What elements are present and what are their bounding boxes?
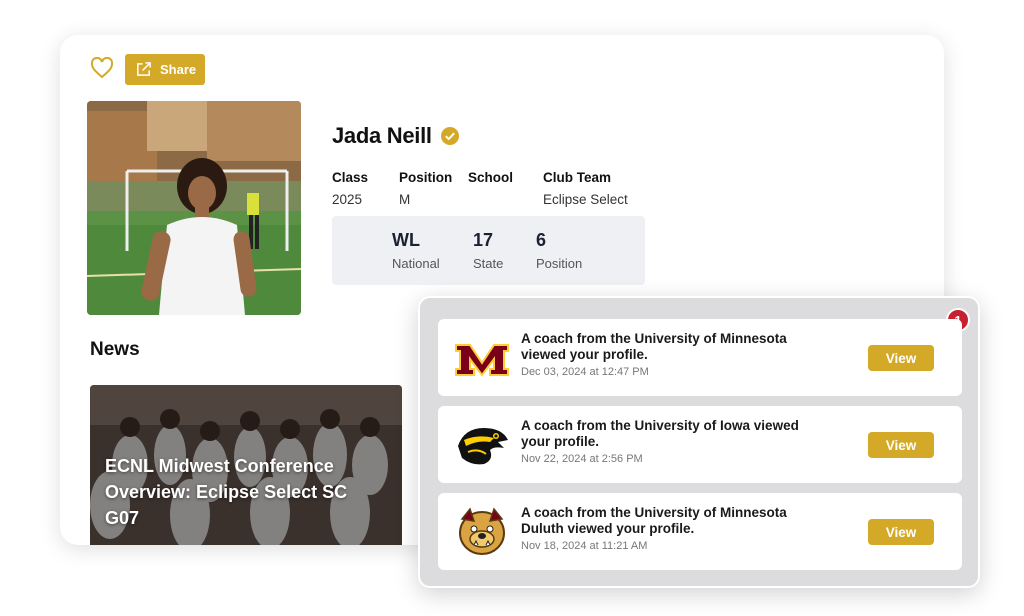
info-position: Position M [399, 170, 452, 208]
stat-position: 6 Position [536, 230, 582, 271]
verified-badge-icon [440, 127, 459, 145]
stat-state: 17 State [473, 230, 503, 271]
notification-item: A coach from the University of Iowa view… [438, 406, 962, 483]
notification-message: A coach from the University of Minnesota… [521, 505, 787, 536]
umd-bulldog-logo-icon [459, 507, 505, 555]
view-button[interactable]: View [868, 519, 934, 545]
notification-date: Dec 03, 2024 at 12:47 PM [521, 366, 649, 378]
info-value: 2025 [332, 192, 363, 207]
notification-item: A coach from the University of Minnesota… [438, 319, 962, 396]
notifications-panel: 1 A coach from the University of Minneso… [418, 296, 980, 588]
view-button[interactable]: View [868, 432, 934, 458]
stat-value: 6 [536, 230, 547, 250]
heart-icon[interactable] [90, 57, 114, 79]
notification-message: A coach from the University of Iowa view… [521, 418, 799, 449]
minnesota-m-logo-icon [455, 344, 509, 377]
info-value: Eclipse Select [543, 192, 628, 207]
news-heading: News [90, 339, 140, 360]
info-label: School [468, 170, 514, 185]
info-value [468, 192, 513, 208]
info-club-team: Club Team Eclipse Select [543, 170, 628, 208]
share-button[interactable]: Share [125, 54, 205, 85]
news-title: ECNL Midwest Conference Overview: Eclips… [105, 456, 348, 528]
share-label: Share [160, 62, 197, 77]
info-value: M [399, 192, 411, 207]
iowa-hawkeye-logo-icon [458, 428, 508, 465]
stat-label: National [392, 256, 440, 271]
info-label: Club Team [543, 170, 612, 185]
external-share-icon [137, 62, 151, 76]
view-button[interactable]: View [868, 345, 934, 371]
stat-label: Position [536, 256, 583, 271]
notification-date: Nov 22, 2024 at 2:56 PM [521, 453, 643, 465]
info-school: School [468, 170, 513, 208]
stat-value: 17 [473, 230, 494, 250]
notification-message: A coach from the University of Minnesota… [521, 331, 787, 362]
news-card[interactable]: ECNL Midwest Conference Overview: Eclips… [90, 385, 402, 545]
stat-value: WL [392, 230, 420, 250]
stat-label: State [473, 256, 504, 271]
stat-national: WL National [392, 230, 440, 271]
rankings-box: WL National 17 State 6 Position [332, 216, 645, 285]
notification-date: Nov 18, 2024 at 11:21 AM [521, 540, 648, 552]
athlete-photo [87, 101, 301, 315]
athlete-name: Jada Neill [332, 123, 432, 148]
info-label: Position [399, 170, 453, 185]
info-label: Class [332, 170, 369, 185]
notification-item: A coach from the University of Minnesota… [438, 493, 962, 570]
info-class: Class 2025 [332, 170, 368, 208]
